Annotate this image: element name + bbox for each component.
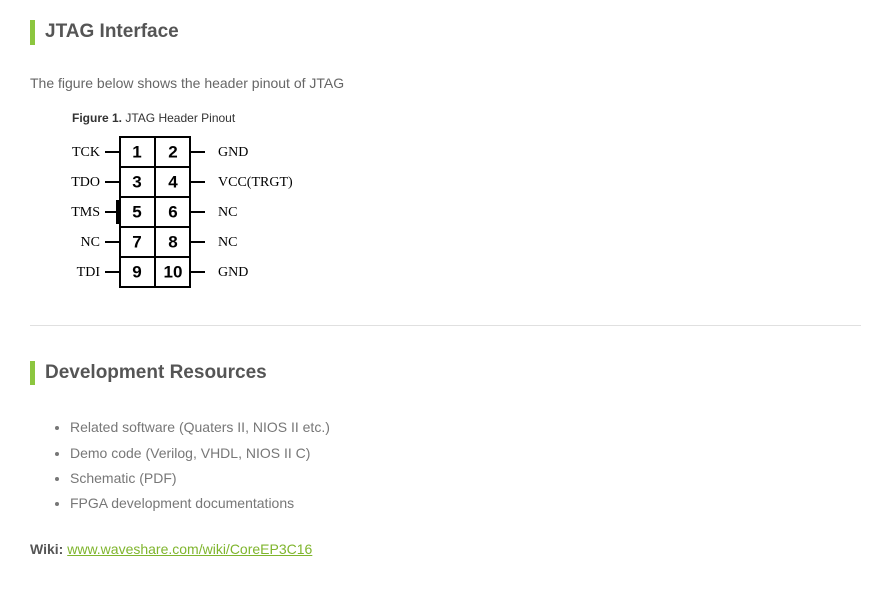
pin-label-right: GND <box>218 145 248 160</box>
jtag-pinout-diagram: TCK 1 2 GND TDO 3 4 VCC(TRGT) TMS 5 6 NC… <box>40 135 861 295</box>
pin-label-right: GND <box>218 265 248 280</box>
pin-number: 9 <box>132 262 141 281</box>
pin-label-right: VCC(TRGT) <box>218 175 293 190</box>
intro-paragraph: The figure below shows the header pinout… <box>30 75 861 91</box>
pin-number: 3 <box>132 172 141 191</box>
pin-number: 1 <box>132 142 141 161</box>
section-heading-text: JTAG Interface <box>45 21 179 42</box>
pin-number: 10 <box>164 262 183 281</box>
list-item: Related software (Quaters II, NIOS II et… <box>70 415 861 440</box>
pin-label-right: NC <box>218 235 237 250</box>
pin-number: 2 <box>168 142 177 161</box>
pin-number: 7 <box>132 232 141 251</box>
wiki-label: Wiki: <box>30 541 63 557</box>
section-heading-jtag: JTAG Interface <box>30 20 861 45</box>
list-item: Schematic (PDF) <box>70 466 861 491</box>
list-item: Demo code (Verilog, VHDL, NIOS II C) <box>70 441 861 466</box>
pin-label-left: TCK <box>72 145 100 160</box>
pin-label-left: TDI <box>77 265 101 280</box>
wiki-line: Wiki: www.waveshare.com/wiki/CoreEP3C16 <box>30 541 861 557</box>
pin-label-left: TMS <box>71 205 100 220</box>
pin-number: 4 <box>168 172 178 191</box>
pin-label-right: NC <box>218 205 237 220</box>
section-heading-text: Development Resources <box>45 362 267 383</box>
figure-label: Figure 1. <box>72 111 122 125</box>
section-heading-resources: Development Resources <box>30 361 861 386</box>
pin-label-left: TDO <box>71 175 100 190</box>
pin-number: 8 <box>168 232 177 251</box>
list-item: FPGA development documentations <box>70 491 861 516</box>
pin-number: 6 <box>168 202 177 221</box>
pin-label-left: NC <box>81 235 100 250</box>
figure-caption: Figure 1. JTAG Header Pinout <box>72 111 861 125</box>
resources-list: Related software (Quaters II, NIOS II et… <box>30 415 861 516</box>
section-divider <box>30 325 861 326</box>
wiki-link[interactable]: www.waveshare.com/wiki/CoreEP3C16 <box>67 541 312 557</box>
pin-number: 5 <box>132 202 141 221</box>
figure-title: JTAG Header Pinout <box>125 111 235 125</box>
